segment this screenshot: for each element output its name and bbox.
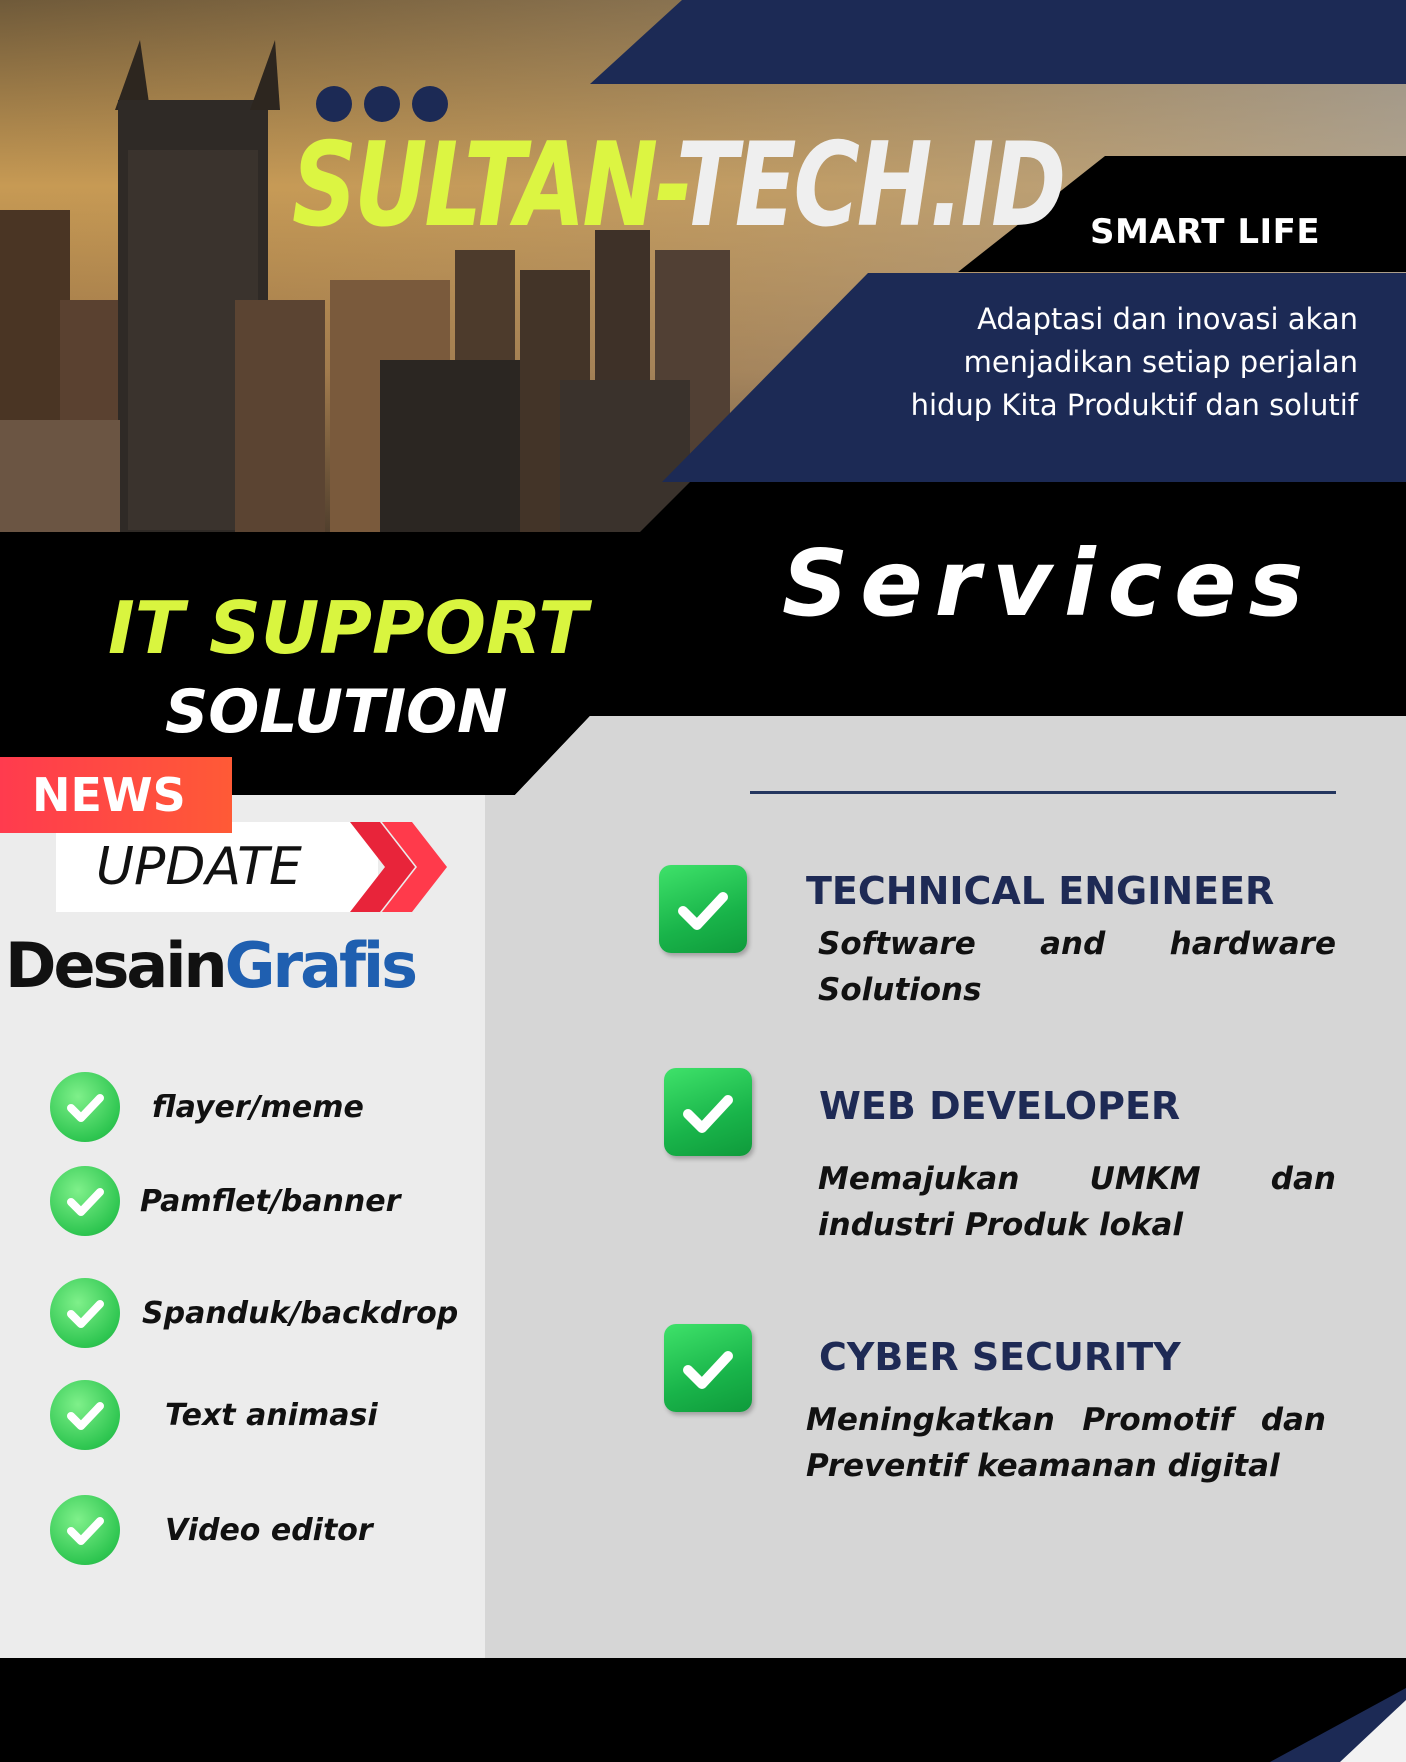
check-circle-icon	[50, 1495, 120, 1565]
check-square-icon	[659, 865, 747, 953]
section-divider	[750, 791, 1336, 794]
smart-life-label: SMART LIFE	[1090, 212, 1321, 252]
check-square-icon	[664, 1068, 752, 1156]
list-item-label: Text animasi	[165, 1398, 378, 1433]
double-chevron-icon	[350, 822, 447, 912]
check-circle-icon	[50, 1278, 120, 1348]
service-title: WEB DEVELOPER	[819, 1084, 1181, 1128]
check-circle-icon	[50, 1166, 120, 1236]
list-item-label: Spanduk/backdrop	[142, 1296, 459, 1331]
dot	[364, 86, 400, 122]
list-item-label: Pamflet/banner	[140, 1184, 401, 1219]
news-badge: NEWS	[0, 757, 232, 833]
update-label: UPDATE	[56, 822, 378, 912]
solution-heading: SOLUTION	[165, 677, 508, 747]
graphic-design-title: DesainGrafis	[5, 935, 418, 997]
tagline-line: menjadikan setiap perjalan	[963, 345, 1358, 379]
check-circle-icon	[50, 1380, 120, 1450]
list-item-label: Video editor	[165, 1513, 373, 1548]
service-description: Software and hardware Solutions	[818, 926, 1336, 1008]
services-heading: Services	[782, 530, 1316, 637]
service-title: TECHNICAL ENGINEER	[806, 869, 1275, 913]
check-square-icon	[664, 1324, 752, 1412]
service-description: Meningkatkan Promotif dan Preventif keam…	[806, 1402, 1326, 1484]
graphic-design-title-part2: Grafis	[224, 929, 418, 1002]
graphic-design-title-part1: Desain	[5, 929, 228, 1002]
tagline-line: Adaptasi dan inovasi akan	[977, 302, 1358, 336]
tagline-line: hidup Kita Produktif dan solutif	[910, 388, 1358, 422]
navy-band-top	[590, 0, 1406, 84]
dot	[412, 86, 448, 122]
tagline: Adaptasi dan inovasi akan menjadikan set…	[798, 298, 1358, 427]
list-item-label: flayer/meme	[152, 1090, 364, 1125]
dot	[316, 86, 352, 122]
check-circle-icon	[50, 1072, 120, 1142]
brand-title: SULTAN-TECH.ID	[292, 128, 1066, 244]
it-support-heading: IT SUPPORT	[108, 586, 588, 670]
brand-title-part1: SULTAN-	[292, 118, 679, 253]
dots-decoration	[316, 86, 448, 122]
brand-title-part2: TECH.ID	[676, 118, 1066, 253]
service-description: Memajukan UMKM dan industri Produk lokal	[818, 1161, 1336, 1243]
service-title: CYBER SECURITY	[819, 1335, 1181, 1379]
